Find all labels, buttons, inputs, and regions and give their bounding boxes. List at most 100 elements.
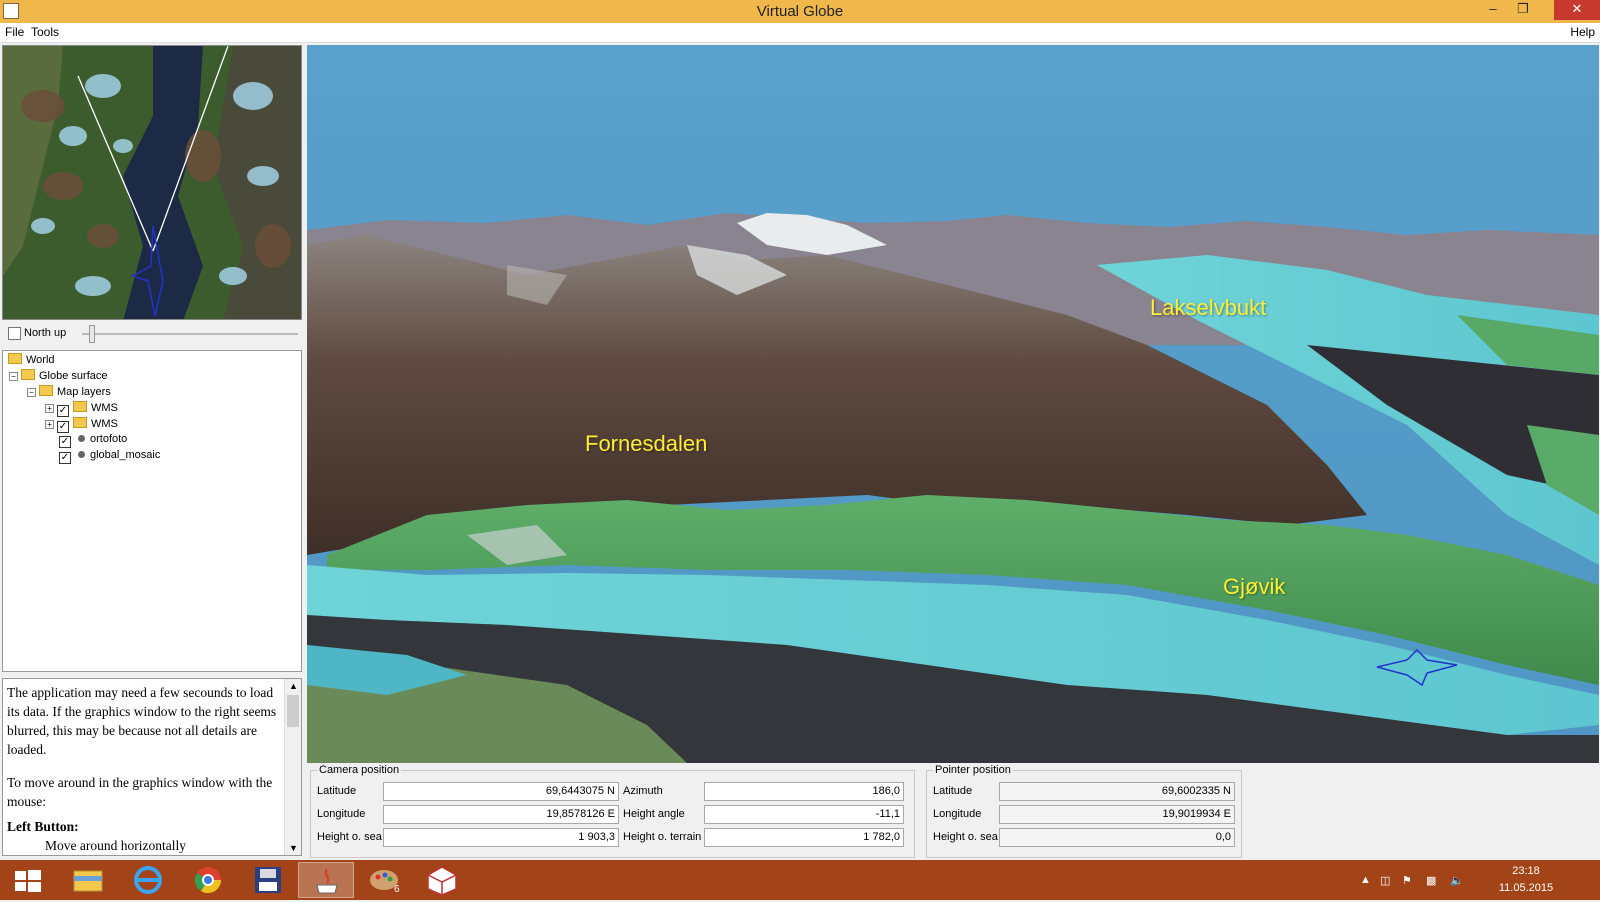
tray-flag-icon[interactable]: ⚑ — [1402, 874, 1414, 887]
tree-node-wms-1[interactable]: + ✓ WMS — [45, 401, 118, 417]
collapse-icon[interactable]: − — [9, 372, 18, 381]
taskbar-java[interactable] — [298, 862, 354, 898]
layer-tree: World − Globe surface − Map layers + ✓ WMS +… — [2, 350, 302, 672]
taskbar-disk[interactable] — [240, 862, 296, 898]
help-panel: The application may need a few secounds … — [2, 678, 302, 856]
help-paragraph: The application may need a few secounds … — [7, 685, 277, 757]
place-label: Gjøvik — [1223, 574, 1286, 599]
camera-longitude-label: Longitude — [317, 808, 366, 820]
layer-checkbox[interactable]: ✓ — [59, 452, 71, 464]
clock-date[interactable]: 11.05.2015 — [1496, 882, 1556, 894]
tray-network-icon[interactable]: ▩ — [1426, 874, 1438, 887]
java-icon — [316, 868, 338, 894]
layer-bullet-icon — [78, 451, 85, 458]
pointer-height-sea-label: Height o. sea — [933, 831, 998, 843]
folder-icon — [73, 417, 87, 428]
scroll-thumb[interactable] — [287, 695, 299, 727]
tree-node-ortofoto[interactable]: ✓ ortofoto — [59, 433, 127, 449]
pointer-height-sea-field: 0,0 — [999, 828, 1235, 847]
menu-file[interactable]: File — [5, 25, 24, 39]
layer-checkbox[interactable]: ✓ — [59, 436, 71, 448]
window-title: Virtual Globe — [756, 3, 844, 20]
zoom-slider-thumb[interactable] — [89, 325, 95, 343]
globe-view[interactable]: Fornesdalen Lakselvbukt Gjøvik — [307, 45, 1599, 763]
camera-position-title: Camera position — [317, 764, 402, 776]
help-paragraph: To move around in the graphics window wi… — [7, 775, 273, 809]
restore-icon: ❐ — [1517, 1, 1529, 16]
close-icon: ✕ — [1571, 1, 1583, 16]
tray-expand-icon[interactable]: ▲ — [1360, 874, 1372, 886]
folder-icon — [8, 353, 22, 364]
camera-position-group: Camera position Latitude 69,6443075 N Lo… — [310, 764, 915, 858]
taskbar-chrome[interactable] — [180, 862, 236, 898]
paint-badge: 6 — [394, 884, 400, 895]
start-button[interactable] — [0, 862, 56, 898]
pointer-longitude-field: 19,9019934 E — [999, 805, 1235, 824]
tree-node-wms-2[interactable]: + ✓ WMS — [45, 417, 118, 433]
windows-start-icon — [15, 870, 41, 892]
camera-height-sea-field[interactable]: 1 903,3 — [383, 828, 619, 847]
expand-icon[interactable]: + — [45, 420, 54, 429]
clock-time[interactable]: 23:18 — [1496, 865, 1556, 877]
taskbar-ie[interactable] — [120, 862, 176, 898]
scroll-down-icon[interactable]: ▼ — [289, 843, 298, 853]
position-panels: Camera position Latitude 69,6443075 N Lo… — [307, 764, 1599, 860]
menu-help[interactable]: Help — [1570, 25, 1595, 39]
pointer-longitude-label: Longitude — [933, 808, 982, 820]
taskbar-cube[interactable] — [414, 862, 470, 898]
layer-bullet-icon — [78, 435, 85, 442]
file-explorer-icon — [73, 870, 103, 892]
north-up-label: North up — [24, 327, 67, 339]
camera-latitude-field[interactable]: 69,6443075 N — [383, 782, 619, 801]
close-button[interactable]: ✕ — [1554, 0, 1600, 20]
taskbar-explorer[interactable] — [60, 862, 116, 898]
tray-volume-icon[interactable]: 🔈 — [1450, 874, 1464, 887]
zoom-slider-track[interactable] — [82, 333, 298, 335]
north-up-checkbox[interactable] — [8, 327, 21, 340]
folder-icon — [39, 385, 53, 396]
paint-icon — [370, 870, 398, 890]
tree-node-world[interactable]: World — [8, 353, 55, 369]
overview-map[interactable] — [2, 45, 302, 320]
pointer-position-group: Pointer position Latitude 69,6002335 N L… — [926, 764, 1242, 858]
save-disk-icon — [255, 867, 281, 893]
camera-height-sea-label: Height o. sea — [317, 831, 382, 843]
pointer-position-title: Pointer position — [933, 764, 1013, 776]
menu-tools[interactable]: Tools — [31, 25, 59, 39]
expand-icon[interactable]: + — [45, 404, 54, 413]
camera-azimuth-field[interactable]: 186,0 — [704, 782, 904, 801]
folder-icon — [21, 369, 35, 380]
help-heading: Left Button: — [7, 819, 79, 834]
collapse-icon[interactable]: − — [27, 388, 36, 397]
camera-height-angle-label: Height angle — [623, 808, 685, 820]
tray-device-icon[interactable]: ◫ — [1380, 874, 1392, 887]
internet-explorer-icon — [134, 866, 162, 894]
menu-bar: File Tools Help — [0, 23, 1600, 43]
layer-checkbox[interactable]: ✓ — [57, 421, 69, 433]
place-label: Fornesdalen — [585, 431, 708, 456]
tree-node-global-mosaic[interactable]: ✓ global_mosaic — [59, 449, 160, 465]
scroll-up-icon[interactable]: ▲ — [289, 681, 298, 691]
taskbar-paint[interactable]: 6 — [356, 862, 412, 898]
camera-longitude-field[interactable]: 19,8578126 E — [383, 805, 619, 824]
tree-node-globe-surface[interactable]: − Globe surface — [9, 369, 107, 385]
folder-icon — [73, 401, 87, 412]
minimize-icon: – — [1489, 1, 1497, 16]
north-up-row: North up — [2, 322, 302, 346]
camera-azimuth-label: Azimuth — [623, 785, 663, 797]
camera-height-terrain-label: Height o. terrain — [623, 831, 702, 843]
taskbar: 6 ▲ ◫ ⚑ ▩ 🔈 23:18 11.05.2015 — [0, 860, 1600, 900]
restore-button[interactable]: ❐ — [1508, 0, 1538, 20]
camera-latitude-label: Latitude — [317, 785, 357, 797]
cube-app-icon — [427, 866, 457, 896]
system-tray: ▲ ◫ ⚑ ▩ 🔈 23:18 11.05.2015 — [1360, 860, 1600, 900]
camera-height-terrain-field[interactable]: 1 782,0 — [704, 828, 904, 847]
tree-node-map-layers[interactable]: − Map layers — [27, 385, 111, 401]
layer-checkbox[interactable]: ✓ — [57, 405, 69, 417]
help-scrollbar[interactable]: ▲ ▼ — [284, 679, 301, 855]
place-label: Lakselvbukt — [1150, 295, 1267, 320]
pointer-latitude-field: 69,6002335 N — [999, 782, 1235, 801]
minimize-button[interactable]: – — [1478, 0, 1508, 20]
camera-height-angle-field[interactable]: -11,1 — [704, 805, 904, 824]
title-bar: Virtual Globe – ❐ ✕ — [0, 0, 1600, 23]
